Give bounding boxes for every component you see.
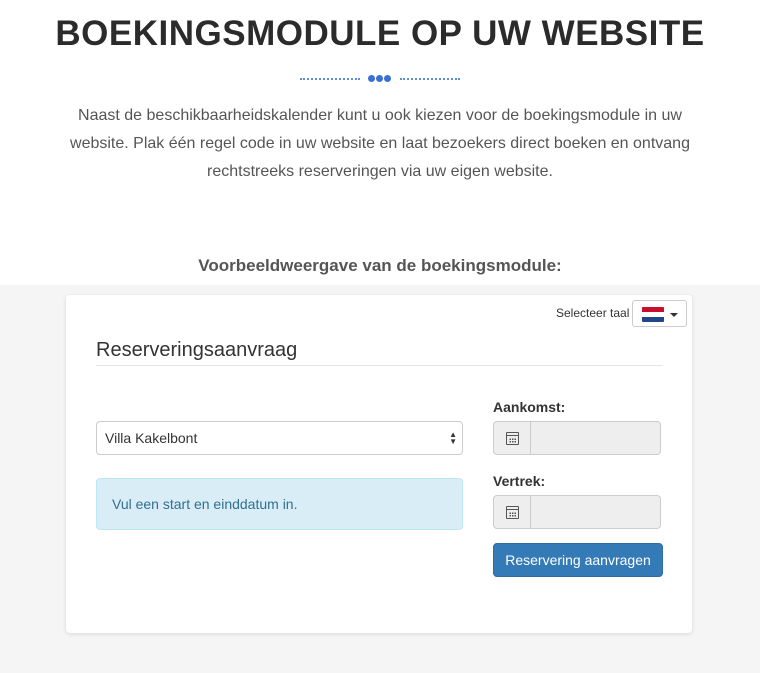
departure-date-input[interactable] bbox=[530, 495, 661, 529]
arrival-calendar-button[interactable] bbox=[493, 421, 531, 455]
arrival-date-group bbox=[493, 421, 661, 455]
divider-line-left bbox=[300, 78, 360, 80]
info-alert: Vul een start en einddatum in. bbox=[96, 478, 463, 530]
divider-dots-icon bbox=[368, 74, 392, 84]
preview-label: Voorbeeldweergave van de boekingsmodule: bbox=[198, 256, 562, 275]
accommodation-select[interactable]: Villa Kakelbont ▲ ▼ bbox=[96, 421, 463, 455]
language-select-button[interactable] bbox=[632, 300, 687, 327]
select-arrows-icon: ▲ ▼ bbox=[449, 430, 457, 446]
accommodation-selected-value: Villa Kakelbont bbox=[105, 430, 198, 446]
departure-label: Vertrek: bbox=[493, 473, 546, 489]
title-divider bbox=[300, 74, 460, 84]
language-label: Selecteer taal bbox=[556, 306, 630, 320]
form-title: Reserveringsaanvraag bbox=[96, 339, 298, 361]
divider-line-right bbox=[400, 78, 460, 80]
departure-date-group bbox=[493, 495, 661, 529]
calendar-icon bbox=[506, 432, 519, 445]
caret-down-icon bbox=[670, 313, 678, 317]
flag-netherlands-icon bbox=[642, 307, 664, 322]
submit-reservation-button[interactable]: Reservering aanvragen bbox=[493, 543, 663, 577]
arrival-date-input[interactable] bbox=[530, 421, 661, 455]
form-divider bbox=[96, 365, 663, 366]
info-alert-text: Vul een start en einddatum in. bbox=[112, 496, 298, 512]
arrival-label: Aankomst: bbox=[493, 399, 566, 415]
booking-widget-card: Selecteer taal Reserveringsaanvraag Vill… bbox=[66, 295, 692, 633]
page-title: BOEKINGSMODULE OP UW WEBSITE bbox=[55, 14, 705, 53]
hero-section: BOEKINGSMODULE OP UW WEBSITE Naast de be… bbox=[0, 0, 760, 285]
departure-calendar-button[interactable] bbox=[493, 495, 531, 529]
intro-text: Naast de beschikbaarheidskalender kunt u… bbox=[70, 107, 690, 180]
calendar-icon bbox=[506, 506, 519, 519]
